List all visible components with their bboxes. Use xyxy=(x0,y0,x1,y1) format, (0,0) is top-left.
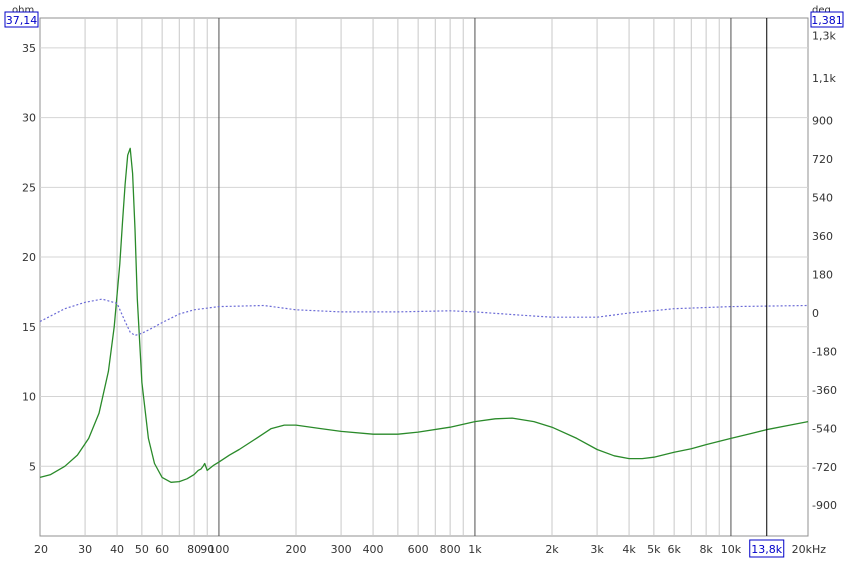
x-tick-label: 300 xyxy=(331,543,352,556)
x-tick-label: 3k xyxy=(590,543,604,556)
x-tick-label: 400 xyxy=(363,543,384,556)
right-tick-label: 720 xyxy=(812,153,833,166)
x-tick-label: 4k xyxy=(622,543,636,556)
left-tick-label: 25 xyxy=(22,181,36,194)
left-tick-label: 35 xyxy=(22,42,36,55)
x-tick-label: 800 xyxy=(440,543,461,556)
x-tick-label: 20 xyxy=(34,543,48,556)
right-tick-label: 0 xyxy=(812,307,819,320)
x-tick-label: 5k xyxy=(647,543,661,556)
left-tick-label: 5 xyxy=(29,460,36,473)
x-tick-label: 1k xyxy=(468,543,482,556)
x-tick-label: 50 xyxy=(135,543,149,556)
plot-area xyxy=(39,17,809,537)
x-tick-label: 2k xyxy=(545,543,559,556)
x-tick-label: 8k xyxy=(699,543,713,556)
left-tick-label: 15 xyxy=(22,321,36,334)
right-tick-label: -540 xyxy=(812,422,837,435)
x-tick-label: 80 xyxy=(187,543,201,556)
right-tick-label: -900 xyxy=(812,499,837,512)
left-top-value: 37,14 xyxy=(6,14,38,27)
x-tick-label: 100 xyxy=(208,543,229,556)
x-tick-label: 40 xyxy=(110,543,124,556)
right-tick-label: 360 xyxy=(812,230,833,243)
left-tick-label: 10 xyxy=(22,391,36,404)
right-tick-label: 900 xyxy=(812,115,833,128)
right-top-value: 1,381 xyxy=(811,14,843,27)
right-tick-label: 180 xyxy=(812,269,833,282)
left-tick-label: 30 xyxy=(22,112,36,125)
x-tick-label: 200 xyxy=(286,543,307,556)
right-tick-label: -720 xyxy=(812,461,837,474)
frequency-cursor-value: 13,8k xyxy=(751,543,782,556)
right-tick-label: 540 xyxy=(812,192,833,205)
x-tick-label: 30 xyxy=(78,543,92,556)
right-tick-label: -360 xyxy=(812,384,837,397)
x-tick-label: 10k xyxy=(721,543,742,556)
x-tick-label: 600 xyxy=(408,543,429,556)
right-tick-label: 1,1k xyxy=(812,72,836,85)
impedance-phase-chart: 5 10 15 20 25 30 35 -900 -720 -540 -360 -180 0 180 360… xyxy=(4,5,844,558)
left-tick-label: 20 xyxy=(22,251,36,264)
right-tick-label: 1,3k xyxy=(812,29,836,42)
x-tick-label: 6k xyxy=(667,543,681,556)
right-tick-label: -180 xyxy=(812,345,837,358)
x-tick-label: 20kHz xyxy=(792,543,827,556)
x-tick-label: 60 xyxy=(155,543,169,556)
